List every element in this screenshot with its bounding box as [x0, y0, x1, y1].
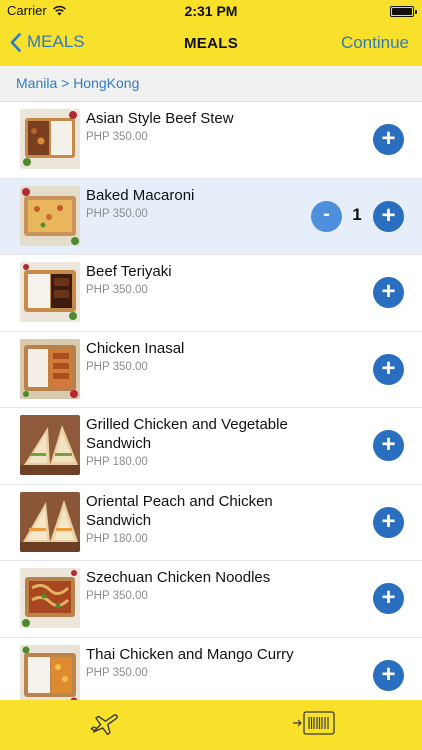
- meal-price: PHP 350.00: [86, 360, 148, 373]
- meal-photo: [20, 644, 80, 700]
- meal-price: PHP 350.00: [86, 666, 148, 679]
- meal-name: Chicken Inasal: [86, 339, 185, 357]
- add-meal-button[interactable]: +: [373, 200, 404, 232]
- meal-price: PHP 180.00: [86, 532, 148, 545]
- meal-row-selected[interactable]: Baked Macaroni PHP 350.00 - 1 +: [0, 178, 422, 255]
- meal-price: PHP 180.00: [86, 456, 148, 468]
- meal-photo: [20, 491, 80, 552]
- tab-bar: [0, 700, 422, 750]
- meal-name: Asian Style Beef Stew: [86, 110, 234, 127]
- add-meal-button[interactable]: +: [373, 430, 404, 461]
- meal-price: PHP 350.00: [86, 207, 148, 220]
- meal-name: Baked Macaroni: [86, 186, 195, 204]
- meal-price: PHP 350.00: [86, 590, 148, 602]
- top-bar: Carrier 2:31 PM MEALS MEALS Continue: [0, 0, 422, 66]
- tab-flights[interactable]: [88, 708, 122, 745]
- add-meal-button[interactable]: +: [373, 659, 404, 691]
- add-meal-button[interactable]: +: [373, 506, 404, 538]
- meal-name: Szechuan Chicken Noodles: [86, 569, 271, 586]
- meal-photo: [20, 185, 80, 246]
- remove-meal-button[interactable]: -: [311, 200, 342, 232]
- tab-boarding-pass[interactable]: [292, 708, 338, 743]
- add-meal-button[interactable]: +: [373, 583, 404, 614]
- status-bar: Carrier 2:31 PM: [0, 0, 422, 22]
- add-meal-button[interactable]: +: [373, 277, 404, 308]
- meal-photo: [20, 338, 80, 399]
- breadcrumb: Manila > HongKong: [0, 66, 422, 102]
- meal-row[interactable]: Thai Chicken and Mango Curry PHP 350.00 …: [0, 637, 422, 700]
- boarding-pass-icon: [293, 711, 335, 735]
- meal-price: PHP 350.00: [86, 284, 148, 296]
- airplane-icon: [90, 714, 118, 736]
- route-label: Manila > HongKong: [16, 75, 140, 91]
- meal-name: Oriental Peach and Chicken Sandwich: [86, 492, 273, 529]
- meal-row[interactable]: Chicken Inasal PHP 350.00 +: [0, 331, 422, 408]
- clock: 2:31 PM: [184, 3, 238, 19]
- add-meal-button[interactable]: +: [373, 124, 404, 155]
- meal-row[interactable]: Oriental Peach and Chicken Sandwich PHP …: [0, 484, 422, 561]
- meal-price: PHP 350.00: [86, 131, 148, 143]
- meal-row[interactable]: Szechuan Chicken Noodles PHP 350.00 +: [0, 561, 422, 638]
- meal-row[interactable]: Grilled Chicken and Vegetable Sandwich P…: [0, 408, 422, 485]
- meal-row[interactable]: Asian Style Beef Stew PHP 350.00 +: [0, 102, 422, 179]
- continue-button[interactable]: Continue: [341, 33, 409, 53]
- meal-photo: [20, 262, 80, 322]
- add-meal-button[interactable]: +: [373, 353, 404, 385]
- navigation-bar: MEALS MEALS Continue: [0, 22, 422, 66]
- meal-list[interactable]: Asian Style Beef Stew PHP 350.00 + Baked…: [0, 102, 422, 700]
- meal-photo: [20, 109, 80, 169]
- meal-name: Beef Teriyaki: [86, 263, 172, 280]
- meal-name: Thai Chicken and Mango Curry: [86, 645, 294, 663]
- meal-name: Grilled Chicken and Vegetable Sandwich: [86, 416, 288, 452]
- meal-photo: [20, 415, 80, 475]
- meal-quantity: 1: [352, 204, 362, 224]
- meal-photo: [20, 568, 80, 628]
- meal-row[interactable]: Beef Teriyaki PHP 350.00 +: [0, 255, 422, 332]
- battery-icon: [390, 6, 417, 17]
